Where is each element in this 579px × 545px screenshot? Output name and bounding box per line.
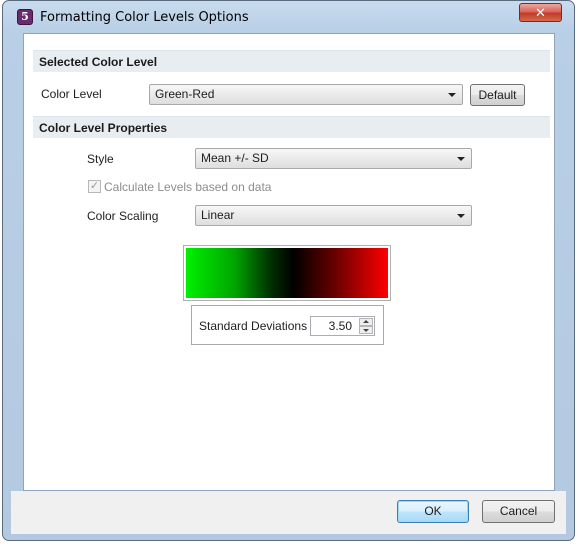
default-button[interactable]: Default [470, 84, 525, 106]
calculate-levels-checkbox[interactable]: ✓ [88, 180, 101, 193]
dialog-footer: OK Cancel [11, 491, 566, 534]
section-header-selected-color-level: Selected Color Level [33, 50, 550, 72]
color-gradient-preview [183, 245, 391, 301]
spin-down-button[interactable] [359, 326, 373, 334]
arrow-down-icon [363, 329, 369, 332]
color-level-label: Color Level [41, 87, 102, 101]
style-dropdown[interactable]: Mean +/- SD [195, 148, 472, 169]
chevron-down-icon [448, 93, 456, 97]
color-level-value: Green-Red [155, 87, 215, 101]
color-scaling-dropdown[interactable]: Linear [195, 205, 472, 226]
standard-deviations-label: Standard Deviations [199, 319, 308, 333]
gradient-bar [186, 248, 388, 298]
standard-deviations-panel: Standard Deviations 3.50 [191, 305, 384, 345]
title-bar[interactable]: 5 Formatting Color Levels Options ✕ [3, 1, 574, 33]
window-title: Formatting Color Levels Options [40, 10, 249, 25]
spin-up-button[interactable] [359, 318, 373, 326]
color-scaling-label: Color Scaling [87, 209, 159, 223]
close-button[interactable]: ✕ [519, 3, 562, 22]
app-logo-icon: 5 [17, 9, 33, 25]
standard-deviations-value[interactable]: 3.50 [329, 319, 352, 333]
chevron-down-icon [457, 214, 465, 218]
section-header-color-level-properties: Color Level Properties [33, 116, 550, 138]
color-scaling-value: Linear [201, 208, 235, 222]
style-value: Mean +/- SD [201, 151, 269, 165]
dialog-window: 5 Formatting Color Levels Options ✕ Sele… [2, 0, 575, 541]
chevron-down-icon [457, 157, 465, 161]
cancel-button[interactable]: Cancel [482, 500, 555, 523]
calculate-levels-label: Calculate Levels based on data [104, 180, 272, 194]
style-label: Style [87, 152, 114, 166]
standard-deviations-spinner[interactable]: 3.50 [310, 316, 375, 336]
ok-button[interactable]: OK [397, 500, 469, 523]
arrow-up-icon [363, 320, 369, 323]
color-level-dropdown[interactable]: Green-Red [149, 84, 463, 105]
